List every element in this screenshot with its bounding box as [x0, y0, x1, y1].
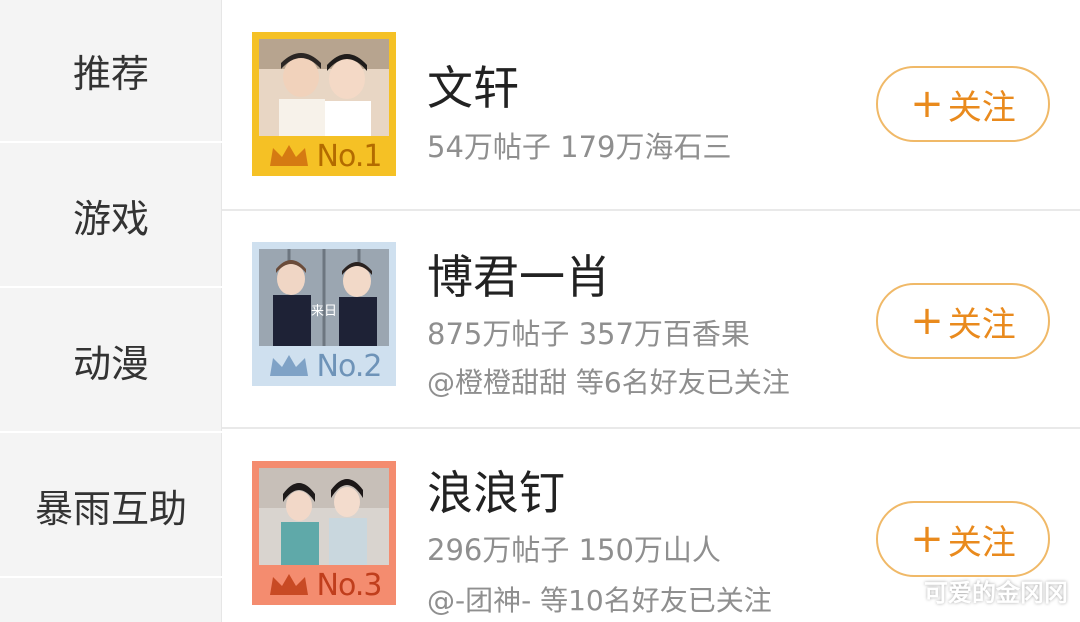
sidebar-item-storm-help[interactable]: 暴雨互助 [0, 435, 222, 578]
follow-label: 关注 [947, 87, 1016, 128]
rank-label: No.1 [316, 138, 383, 174]
rank-badge: No.3 [252, 565, 396, 605]
follow-button[interactable]: + 关注 [876, 66, 1050, 142]
cover-image [259, 39, 389, 136]
friends-following: @-团神- 等10名好友已关注 [427, 584, 772, 617]
follow-button[interactable]: + 关注 [876, 501, 1050, 577]
friends-following: @橙橙甜甜 等6名好友已关注 [427, 366, 790, 399]
svg-text:来日: 来日 [311, 304, 337, 319]
rank-label: No.2 [316, 348, 383, 384]
tieba-stats: 54万帖子 179万海石三 [427, 130, 732, 164]
follow-button[interactable]: + 关注 [876, 283, 1050, 359]
follow-label: 关注 [947, 522, 1016, 563]
list-item[interactable]: 来日 No.2 博君一肖 875万帖子 357万百香果 @橙橙甜甜 等6名好友已… [222, 211, 1080, 429]
ranking-thumbnail: 来日 No.2 [252, 242, 396, 386]
ranking-thumbnail: No.3 [252, 461, 396, 605]
rank-badge: No.1 [252, 136, 396, 176]
tieba-name[interactable]: 浪浪钉 [427, 457, 565, 523]
cover-image [259, 468, 389, 565]
tieba-name[interactable]: 博君一肖 [427, 241, 611, 307]
plus-icon: + [910, 516, 944, 562]
tieba-stats: 296万帖子 150万山人 [427, 533, 721, 567]
sidebar-item-label: 动漫 [72, 342, 149, 386]
tieba-stats: 875万帖子 357万百香果 [427, 317, 750, 351]
tieba-name[interactable]: 文轩 [427, 52, 519, 118]
sidebar-item-label: 推荐 [72, 52, 149, 96]
app-root: 推荐 游戏 动漫 暴雨互助 No.1 文轩 54万帖子 179万海石三 + 关注… [0, 0, 1080, 622]
ranking-list: No.1 文轩 54万帖子 179万海石三 + 关注 来日 No.2 博君一肖 … [222, 0, 1080, 622]
watermark: 可爱的金冈冈 [924, 579, 1068, 607]
sidebar-item-anime[interactable]: 动漫 [0, 290, 222, 433]
list-item[interactable]: No.1 文轩 54万帖子 179万海石三 + 关注 [222, 0, 1080, 211]
crown-icon [269, 574, 308, 595]
plus-icon: + [910, 81, 944, 127]
crown-icon [269, 145, 308, 166]
rank-badge: No.2 [252, 346, 396, 386]
category-sidebar: 推荐 游戏 动漫 暴雨互助 [0, 0, 222, 622]
sidebar-item-recommend[interactable]: 推荐 [0, 0, 222, 143]
ranking-thumbnail: No.1 [252, 32, 396, 176]
follow-label: 关注 [947, 304, 1016, 345]
cover-image: 来日 [259, 249, 389, 346]
sidebar-item-label: 游戏 [72, 197, 149, 241]
sidebar-item-games[interactable]: 游戏 [0, 145, 222, 288]
crown-icon [269, 355, 308, 376]
rank-label: No.3 [316, 567, 383, 603]
sidebar-item-label: 暴雨互助 [34, 487, 187, 531]
plus-icon: + [910, 298, 944, 344]
